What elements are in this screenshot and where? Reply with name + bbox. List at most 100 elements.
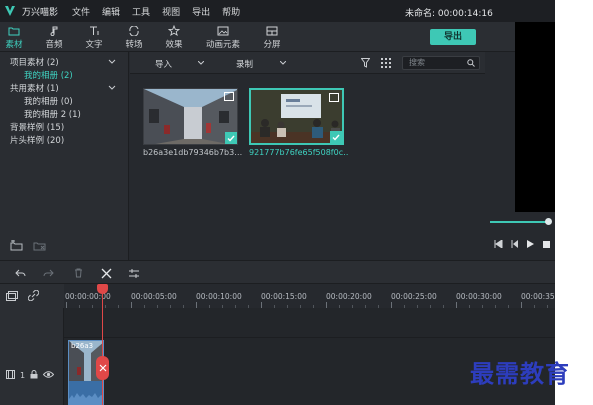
ruler-timestamp: 00:00:30:00 [456,292,502,301]
chevron-down-icon[interactable] [108,85,116,91]
menu-edit[interactable]: 编辑 [102,5,120,18]
folder-icon [8,27,20,35]
timeline-toolbar [0,260,555,284]
tab-text[interactable]: 文字 [74,24,114,50]
skip-back-icon [494,240,502,248]
tab-split-screen-label: 分屏 [263,40,281,50]
module-toolbar: 素材 音频 文字 转场 效果 动画元素 分屏 导出 [0,22,515,52]
redo-button[interactable] [42,267,54,279]
empty-track [64,308,555,338]
grid-view-icon[interactable] [381,58,391,68]
filter-icon[interactable] [361,58,370,68]
scissors-icon [99,364,106,372]
menu-view[interactable]: 视图 [162,5,180,18]
chevron-down-icon[interactable] [198,61,204,65]
tab-split-screen[interactable]: 分屏 [252,24,292,50]
tree-item-my-album-2[interactable]: 我的相册 2 (1) [24,108,81,120]
menu-file[interactable]: 文件 [72,5,90,18]
chevron-down-icon[interactable] [280,61,286,65]
ruler-timestamp: 00:00:10:00 [196,292,242,301]
media-filename: b26a3e1db79346b7b3… [143,148,243,157]
remove-folder-icon [33,242,46,251]
music-note-icon [50,26,58,36]
delete-button[interactable] [72,267,84,279]
preview-progress-knob[interactable] [545,218,552,225]
ruler-timestamp: 00:00:25:00 [391,292,437,301]
record-button[interactable]: 录制 [236,58,253,70]
chevron-down-icon[interactable] [108,59,116,65]
track-number: 1 [20,371,26,380]
preview-progress-track[interactable] [490,221,550,223]
added-checkmark-icon [225,132,237,144]
tree-item-project-media[interactable]: 项目素材 (2) [10,56,59,68]
tree-item-intro-samples[interactable]: 片头样例 (20) [10,134,64,146]
lock-track-button[interactable] [30,370,38,381]
tab-audio[interactable]: 音频 [34,24,74,50]
menu-tools[interactable]: 工具 [132,5,150,18]
undo-button[interactable] [14,267,26,279]
tree-item-shared-media[interactable]: 共用素材 (1) [10,82,59,94]
stop-button[interactable] [539,238,553,250]
tab-elements-label: 动画元素 [205,40,240,50]
step-back-icon [511,240,518,248]
playhead-handle[interactable] [97,284,108,294]
new-folder-button[interactable] [10,239,23,254]
media-thumbnail[interactable] [143,88,238,145]
link-icon[interactable] [28,290,39,301]
tab-media[interactable]: 素材 [0,24,34,50]
toggle-visibility-button[interactable] [42,371,55,380]
ruler-timestamp: 00:00:05:00 [131,292,177,301]
app-name: 万兴喵影 [22,7,59,18]
export-button[interactable]: 导出 [430,29,476,45]
media-thumbnail-selected[interactable] [249,88,344,145]
library-panel: 项目素材 (2) 我的相册 (2) 共用素材 (1) 我的相册 (0) 我的相册… [0,52,129,260]
media-filename: 921777b76fe65f508f0c… [249,148,349,157]
app-logo-icon [5,6,15,16]
track-header [0,308,64,405]
undo-icon [14,269,25,276]
title-bar: 万兴喵影 文件 编辑 工具 视图 导出 帮助 未命名: 00:00:14:16 [0,0,555,22]
ruler-timestamp: 00:00:35: [521,292,555,301]
delete-folder-button[interactable] [33,240,46,254]
menu-export[interactable]: 导出 [192,5,210,18]
redo-icon [43,269,54,276]
split-button[interactable] [100,267,112,279]
play-button[interactable] [523,238,537,250]
tab-media-label: 素材 [5,40,23,50]
video-editor-window: 万兴喵影 文件 编辑 工具 视图 导出 帮助 未命名: 00:00:14:16 … [0,0,555,405]
preview-controls [487,212,555,260]
stop-icon [542,240,550,248]
add-folder-icon [10,239,23,251]
trash-icon [74,268,82,278]
tab-transition[interactable]: 转场 [114,24,154,50]
step-back-button[interactable] [507,238,521,250]
import-button[interactable]: 导入 [155,58,172,70]
tree-item-my-album[interactable]: 我的相册 (2) [24,69,73,81]
tree-item-background-samples[interactable]: 背景样例 (15) [10,121,64,133]
playhead-line[interactable] [102,284,103,405]
add-track-icon[interactable] [6,291,18,301]
clip-label: b26a3 [71,342,94,350]
ruler-timestamp: 00:00:15:00 [261,292,307,301]
tab-elements[interactable]: 动画元素 [203,24,243,50]
tree-item-my-album-0[interactable]: 我的相册 (0) [24,95,73,107]
play-icon [527,240,534,248]
preview-window [515,22,555,212]
prev-frame-button[interactable] [491,238,505,250]
effects-icon [168,25,180,36]
ruler-timestamp: 00:00:20:00 [326,292,372,301]
tab-effects[interactable]: 效果 [154,24,194,50]
tab-transition-label: 转场 [125,40,143,50]
lock-icon [30,370,38,379]
search-input[interactable]: 搜索 [402,56,480,70]
menu-bar: 文件 编辑 工具 视图 导出 帮助 [72,5,252,18]
split-marker-button[interactable] [96,356,109,380]
image-icon [217,26,229,35]
video-file-icon [329,93,339,102]
timeline-ruler[interactable]: 00:00:00:00 00:00:05:00 00:00:10:00 00:0… [0,284,555,308]
transition-icon [129,25,139,36]
tab-effects-label: 效果 [165,40,183,50]
menu-help[interactable]: 帮助 [222,5,240,18]
project-info: 未命名: 00:00:14:16 [405,9,493,19]
adjust-button[interactable] [128,267,140,279]
